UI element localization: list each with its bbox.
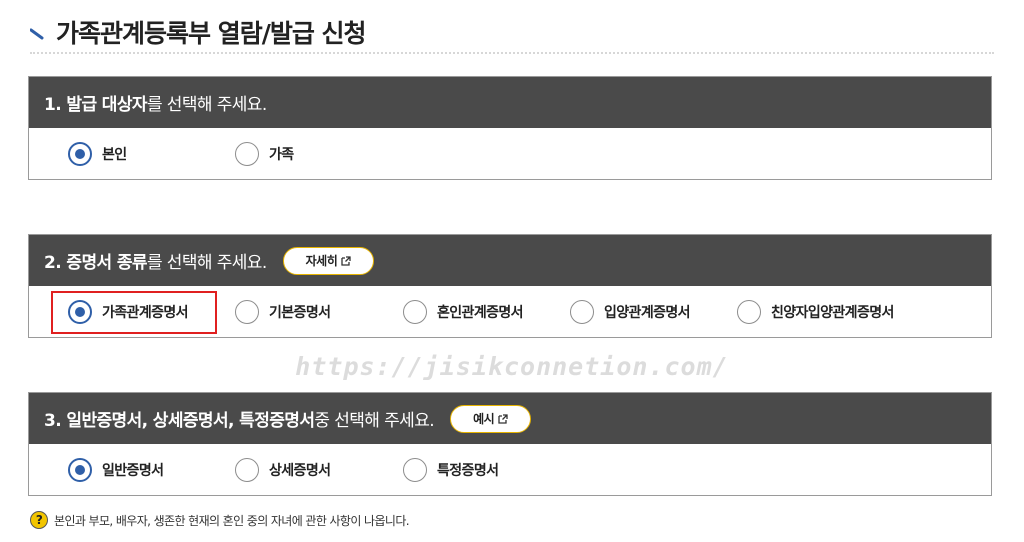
example-button-label: 예시 — [473, 412, 495, 426]
radio-label: 기본증명서 — [269, 304, 331, 321]
external-link-icon — [341, 255, 351, 266]
radio-option-family[interactable]: 가족 — [235, 128, 294, 179]
section-certificate-detail: 3. 일반증명서, 상세증명서, 특정증명서 중 선택해 주세요. 예시 일반증… — [28, 392, 992, 496]
section-heading-bold: 3. 일반증명서, 상세증명서, 특정증명서 — [44, 411, 315, 431]
title-mark-icon — [30, 28, 44, 40]
radio-group-target: 본인 가족 — [29, 128, 991, 179]
radio-option-self[interactable]: 본인 — [68, 128, 127, 179]
radio-label: 가족 — [269, 146, 294, 163]
radio-option-adoption[interactable]: 입양관계증명서 — [570, 286, 691, 337]
radio-label: 본인 — [102, 146, 127, 163]
radio-option-specific[interactable]: 특정증명서 — [403, 444, 499, 495]
radio-button-selected[interactable] — [68, 141, 92, 166]
radio-option-detailed[interactable]: 상세증명서 — [235, 444, 331, 495]
radio-option-general[interactable]: 일반증명서 — [68, 444, 164, 495]
details-button[interactable]: 자세히 — [282, 246, 375, 275]
watermark: https://jisikconnetion.com/ — [295, 352, 729, 381]
section-header: 1. 발급 대상자 를 선택해 주세요. — [29, 77, 991, 128]
radio-label: 혼인관계증명서 — [437, 304, 524, 321]
radio-label: 친양자입양관계증명서 — [771, 304, 894, 321]
radio-option-basic[interactable]: 기본증명서 — [235, 286, 331, 337]
radio-button[interactable] — [737, 299, 761, 324]
radio-button[interactable] — [235, 141, 259, 166]
section-heading-bold: 1. 발급 대상자 — [44, 95, 148, 115]
radio-button[interactable] — [570, 299, 594, 324]
highlight-box — [51, 291, 217, 334]
section-heading-rest: 를 선택해 주세요. — [146, 253, 267, 273]
example-button[interactable]: 예시 — [450, 404, 532, 433]
page-title-text: 가족관계등록부 열람/발급 신청 — [56, 19, 367, 48]
section-heading-rest: 를 선택해 주세요. — [146, 95, 267, 115]
radio-label: 상세증명서 — [269, 462, 331, 479]
help-note: ? 본인과 부모, 배우자, 생존한 현재의 혼인 중의 자녀에 관한 사항이 … — [30, 511, 410, 529]
radio-button[interactable] — [235, 299, 259, 324]
radio-option-full-adoption[interactable]: 친양자입양관계증명서 — [737, 286, 894, 337]
external-link-icon — [498, 413, 508, 424]
help-note-text: 본인과 부모, 배우자, 생존한 현재의 혼인 중의 자녀에 관한 사항이 나옵… — [54, 513, 410, 528]
radio-group-detail: 일반증명서 상세증명서 특정증명서 — [29, 444, 991, 495]
help-icon: ? — [30, 511, 48, 529]
radio-option-marriage[interactable]: 혼인관계증명서 — [403, 286, 524, 337]
section-header: 2. 증명서 종류 를 선택해 주세요. 자세히 — [29, 235, 991, 286]
details-button-label: 자세히 — [305, 254, 338, 268]
radio-button-selected[interactable] — [68, 457, 92, 482]
radio-label: 입양관계증명서 — [604, 304, 691, 321]
section-header: 3. 일반증명서, 상세증명서, 특정증명서 중 선택해 주세요. 예시 — [29, 393, 991, 444]
radio-button[interactable] — [403, 457, 427, 482]
page-title: 가족관계등록부 열람/발급 신청 — [30, 14, 367, 50]
radio-button[interactable] — [235, 457, 259, 482]
section-heading-rest: 중 선택해 주세요. — [314, 411, 435, 431]
radio-button[interactable] — [403, 299, 427, 324]
section-target: 1. 발급 대상자 를 선택해 주세요. 본인 가족 — [28, 76, 992, 180]
section-heading-bold: 2. 증명서 종류 — [44, 253, 148, 273]
title-divider — [30, 52, 994, 54]
radio-label: 일반증명서 — [102, 462, 164, 479]
radio-label: 특정증명서 — [437, 462, 499, 479]
